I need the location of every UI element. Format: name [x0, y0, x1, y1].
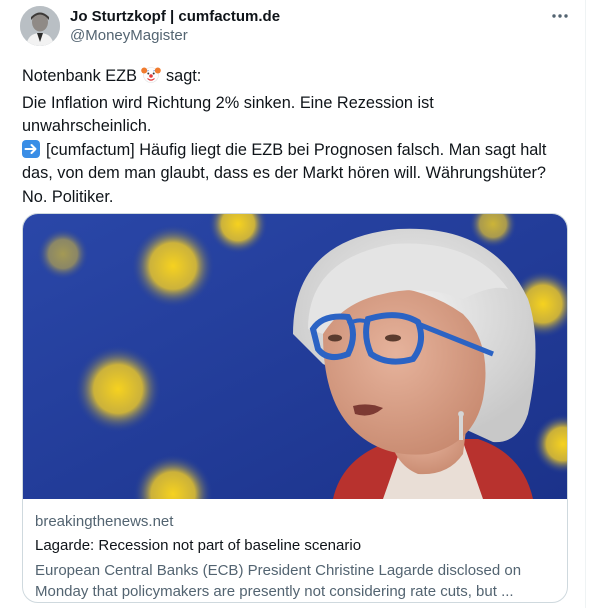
tweet: Jo Sturtzkopf | cumfactum.de @MoneyMagis…: [0, 0, 590, 608]
right-arrow-emoji-icon: [22, 139, 40, 158]
more-options-icon: [552, 14, 568, 18]
tweet-line-1: Notenbank EZB sagt:: [22, 64, 572, 92]
link-card[interactable]: breakingthenews.net Lagarde: Recession n…: [22, 213, 568, 603]
avatar[interactable]: [20, 6, 60, 46]
tweet-line-2: Die Inflation wird Richtung 2% sinken. E…: [22, 93, 434, 112]
author-handle[interactable]: @MoneyMagister: [70, 27, 188, 44]
more-options-button[interactable]: [546, 6, 574, 26]
tweet-line-6: No. Politiker.: [22, 187, 114, 206]
card-image[interactable]: [23, 214, 568, 499]
author-display-name[interactable]: Jo Sturtzkopf | cumfactum.de: [70, 8, 280, 25]
tweet-line-4: [cumfactum] Häufig liegt die EZB bei Pro…: [22, 139, 572, 163]
card-meta: breakingthenews.net Lagarde: Recession n…: [35, 512, 555, 602]
card-domain[interactable]: breakingthenews.net: [35, 512, 555, 532]
tweet-line-4-text: [cumfactum] Häufig liegt die EZB bei Pro…: [46, 140, 547, 159]
card-title[interactable]: Lagarde: Recession not part of baseline …: [35, 536, 555, 556]
right-divider: [585, 0, 586, 608]
tweet-line-1-suffix: sagt:: [166, 67, 202, 85]
tweet-line-1-prefix: Notenbank EZB: [22, 67, 137, 85]
avatar-image: [20, 6, 60, 46]
tweet-line-3: unwahrscheinlich.: [22, 117, 152, 135]
tweet-text: Notenbank EZB sagt: Die Inflation wird R…: [22, 64, 572, 209]
clown-face-emoji-icon: [141, 64, 162, 92]
name-row: Jo Sturtzkopf | cumfactum.de: [70, 8, 280, 25]
card-description-line-1: European Central Banks (ECB) President C…: [35, 562, 522, 579]
card-description-line-2: Monday that policymakers are presently n…: [35, 583, 514, 600]
tweet-line-5: das, von dem man glaubt, dass es der Mar…: [22, 164, 546, 182]
card-description: European Central Banks (ECB) President C…: [35, 560, 555, 602]
